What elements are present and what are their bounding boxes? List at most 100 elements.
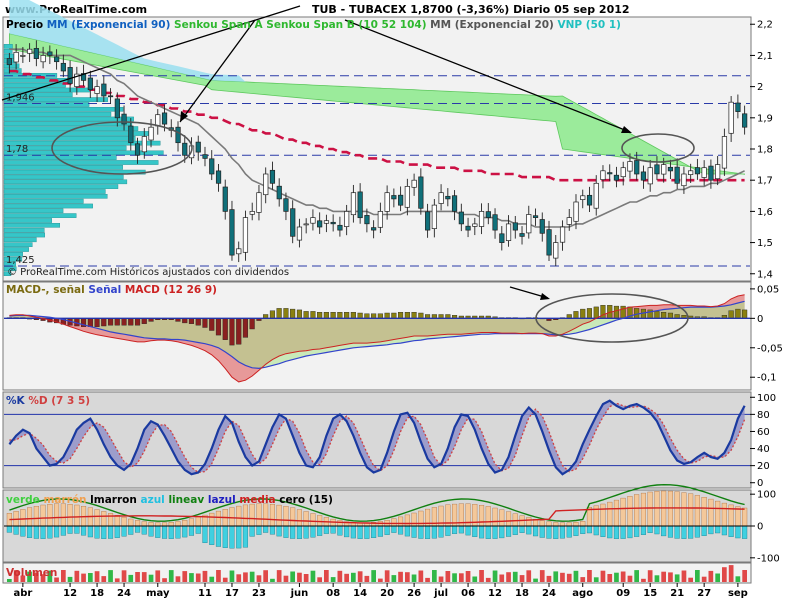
macd-histogram-bar bbox=[364, 313, 370, 319]
indicator-bar-blue bbox=[317, 525, 323, 536]
volume-bar bbox=[465, 571, 471, 582]
indicator-bar-brown bbox=[715, 500, 721, 527]
indicator-bar-blue bbox=[620, 525, 626, 539]
y-tick-label: 1,4 bbox=[757, 269, 773, 280]
indicator-bar-blue bbox=[728, 525, 734, 537]
volume-bar bbox=[600, 570, 606, 582]
indicator-bar-blue bbox=[350, 525, 356, 539]
indicator-bar-brown bbox=[40, 504, 46, 527]
indicator-bar-blue bbox=[229, 525, 235, 549]
indicator-bar-brown bbox=[67, 504, 73, 527]
volume-bar bbox=[593, 577, 599, 582]
indicator-bar-brown bbox=[654, 491, 660, 527]
indicator-bar-blue bbox=[202, 525, 208, 543]
macd-histogram-bar bbox=[735, 308, 741, 319]
volume-bar bbox=[634, 570, 639, 582]
indicator-bar-blue bbox=[458, 525, 464, 534]
volume-bar bbox=[742, 570, 747, 582]
volume-profile-bar bbox=[3, 179, 128, 185]
macd-histogram-bar bbox=[128, 318, 134, 326]
indicator-bar-blue bbox=[182, 525, 188, 538]
candle-body bbox=[472, 223, 478, 227]
macd-histogram-bar bbox=[242, 318, 249, 338]
volume-bar bbox=[216, 570, 221, 582]
volume-bar bbox=[229, 570, 235, 582]
volume-bar bbox=[560, 572, 565, 582]
indicator-bar-brown bbox=[708, 498, 714, 527]
macd-histogram-bar bbox=[742, 309, 748, 319]
indicator-bar-brown bbox=[742, 507, 748, 527]
volume-bar bbox=[364, 575, 370, 582]
macd-histogram-bar bbox=[141, 318, 147, 324]
indicator-bar-brown bbox=[647, 491, 653, 527]
indicator-bar-blue bbox=[161, 525, 168, 539]
volume-bar bbox=[67, 576, 73, 582]
indicator-bar-blue bbox=[499, 525, 505, 539]
indicator-bar-brown bbox=[317, 515, 323, 527]
indicator-bar-brown bbox=[694, 495, 700, 527]
volume-profile-bar bbox=[3, 174, 124, 180]
candle-body bbox=[155, 114, 161, 127]
volume-bar bbox=[101, 576, 107, 582]
indicator-bar-blue bbox=[479, 525, 485, 539]
indicator-bar-brown bbox=[141, 521, 147, 527]
indicator-bar-brown bbox=[296, 509, 303, 527]
macd-histogram-bar bbox=[209, 318, 215, 331]
volume-bar bbox=[708, 570, 714, 582]
indicator-bar-blue bbox=[276, 525, 282, 537]
indicator-bar-blue bbox=[465, 525, 471, 536]
indicator-bar-brown bbox=[188, 518, 195, 527]
legend-entry: media bbox=[236, 494, 276, 506]
candle-body bbox=[566, 217, 572, 225]
x-tick-label: jun bbox=[290, 588, 309, 599]
macd-histogram-bar bbox=[195, 318, 201, 326]
indicator-bar-blue bbox=[553, 525, 559, 539]
indicator-bar-brown bbox=[506, 511, 512, 527]
volume-bar bbox=[405, 572, 410, 582]
macd-histogram-bar bbox=[229, 318, 235, 346]
volume-bar bbox=[411, 574, 417, 582]
indicator-bar-blue bbox=[600, 525, 606, 538]
macd-histogram-bar bbox=[87, 318, 93, 327]
volume-bar bbox=[283, 575, 289, 582]
y-tick-label: 1,9 bbox=[757, 113, 773, 124]
indicator-bar-brown bbox=[47, 504, 53, 527]
volume-bar bbox=[418, 570, 424, 582]
indicator-bar-blue bbox=[155, 525, 161, 538]
volume-bar bbox=[485, 577, 491, 582]
volume-bar bbox=[243, 572, 248, 582]
candle-body bbox=[398, 194, 404, 206]
indicator-bar-blue bbox=[323, 525, 329, 534]
indicator-bar-brown bbox=[607, 501, 613, 527]
indicator-bar-brown bbox=[600, 503, 606, 527]
y-tick-label: 40 bbox=[757, 444, 770, 455]
candle-body bbox=[161, 112, 168, 125]
indicator-bar-blue bbox=[667, 525, 673, 538]
indicator-bar-blue bbox=[742, 525, 748, 539]
indicator-bar-blue bbox=[425, 525, 431, 539]
candle-body bbox=[404, 186, 410, 208]
volume-bar bbox=[155, 570, 161, 582]
indicator-bar-blue bbox=[492, 525, 498, 539]
macd-histogram-bar bbox=[202, 318, 208, 328]
indicator-bar-blue bbox=[371, 525, 377, 539]
macd-histogram-bar bbox=[661, 312, 667, 319]
volume-bar bbox=[661, 571, 666, 582]
indicator-bar-brown bbox=[512, 513, 518, 527]
y-tick-label: 100 bbox=[757, 393, 776, 404]
candle-body bbox=[195, 141, 201, 153]
volume-profile-bar bbox=[3, 213, 77, 218]
candle-body bbox=[269, 169, 276, 184]
indicator-bar-blue bbox=[128, 525, 134, 535]
indicator-bar-blue bbox=[506, 525, 512, 537]
candle-body bbox=[627, 161, 633, 172]
legend-entry: Senkou Span A bbox=[170, 19, 263, 31]
indicator-bar-blue bbox=[526, 525, 532, 535]
volume-bar bbox=[135, 572, 140, 582]
volume-bar bbox=[546, 575, 552, 582]
candle-body bbox=[411, 179, 417, 188]
indicator-bar-blue bbox=[607, 525, 613, 539]
indicator-bar-brown bbox=[674, 491, 680, 527]
macd-legend: MACD-, señal Señal MACD (12 26 9) bbox=[6, 284, 217, 296]
volume-bar bbox=[303, 574, 309, 582]
